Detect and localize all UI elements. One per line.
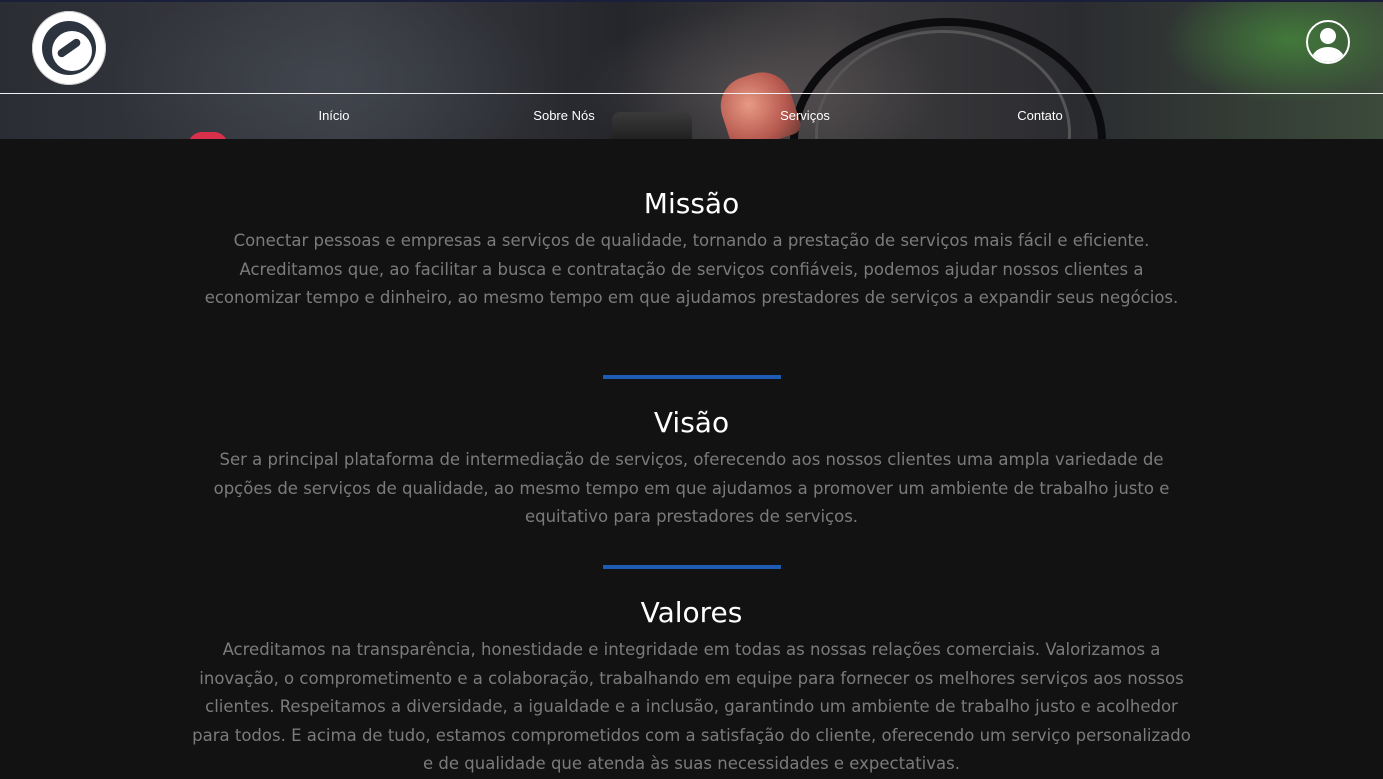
mission-title: Missão	[643, 187, 740, 220]
hero-header: Início Sobre Nós Serviços Contato	[0, 0, 1383, 139]
top-border	[0, 0, 1383, 2]
main-nav: Início Sobre Nós Serviços Contato	[0, 108, 1383, 130]
nav-item-contato[interactable]: Contato	[1017, 108, 1063, 123]
user-icon-body	[1312, 47, 1344, 62]
user-profile-icon[interactable]	[1306, 20, 1350, 64]
hero-background-red-light	[188, 132, 228, 139]
nav-divider-line	[0, 93, 1383, 94]
values-text: Acreditamos na transparência, honestidad…	[192, 640, 1191, 773]
section-divider	[603, 375, 781, 379]
site-logo[interactable]	[32, 11, 106, 85]
vision-title: Visão	[653, 406, 730, 439]
vision-section: Visão Ser a principal plataforma de inte…	[191, 406, 1192, 532]
values-section: Valores Acreditamos na transparência, ho…	[191, 596, 1192, 779]
nav-item-sobre-nos[interactable]: Sobre Nós	[533, 108, 594, 123]
user-icon-head	[1320, 28, 1336, 44]
mission-section: Missão Conectar pessoas e empresas a ser…	[191, 187, 1192, 313]
nav-item-inicio[interactable]: Início	[318, 108, 349, 123]
section-divider	[603, 565, 781, 569]
mission-text: Conectar pessoas e empresas a serviços d…	[204, 231, 1179, 307]
vision-text: Ser a principal plataforma de intermedia…	[213, 450, 1170, 526]
values-title: Valores	[640, 596, 743, 629]
nav-item-servicos[interactable]: Serviços	[780, 108, 830, 123]
